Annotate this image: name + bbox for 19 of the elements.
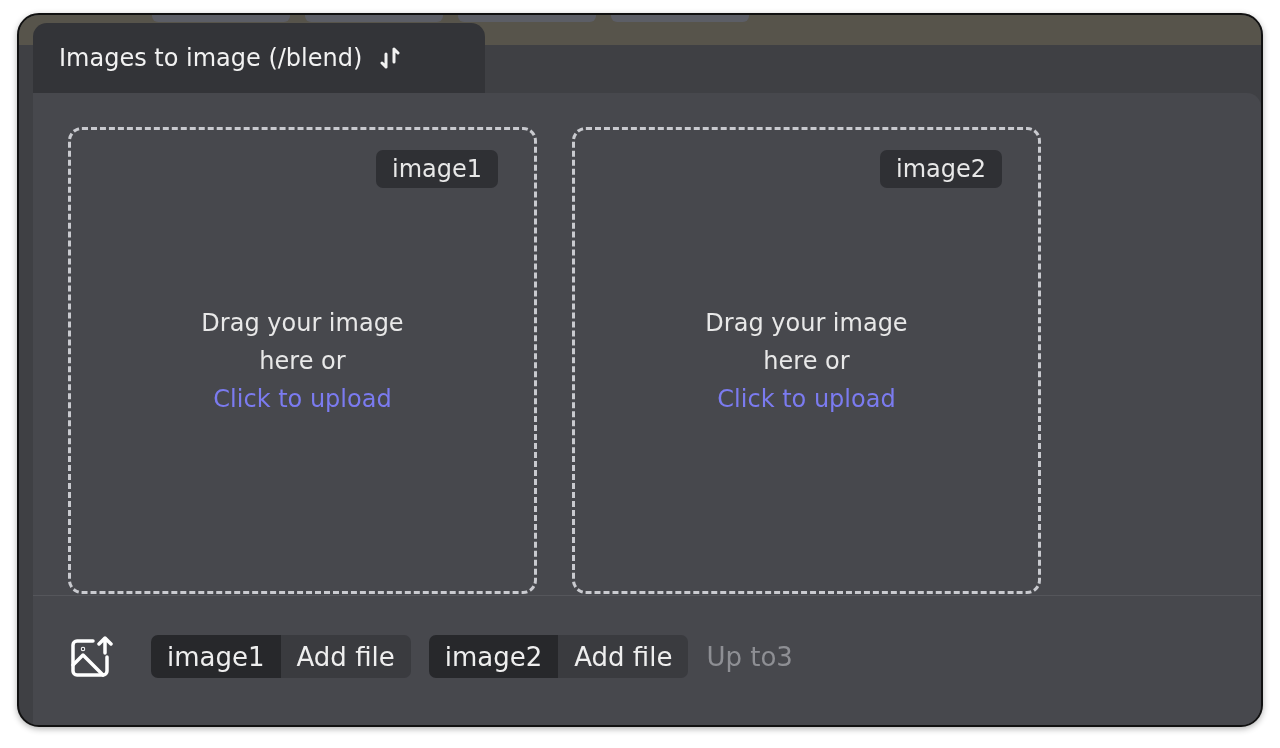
drop-zone[interactable]: image1 Drag your image here or Click to upload xyxy=(68,127,537,594)
sort-icon[interactable] xyxy=(380,46,401,70)
background-tab[interactable] xyxy=(458,15,596,22)
drop-prompt: Drag your image here or xyxy=(201,308,404,375)
drop-zone[interactable]: image2 Drag your image here or Click to upload xyxy=(572,127,1041,594)
tab-title: Images to image (/blend) xyxy=(59,44,363,72)
add-file-button[interactable]: Add file xyxy=(280,635,411,678)
background-tab[interactable] xyxy=(611,15,749,22)
file-label: image1 xyxy=(151,635,281,678)
drop-prompt: Drag your image here or xyxy=(705,308,908,375)
add-file-button[interactable]: Add file xyxy=(558,635,689,678)
tab[interactable]: Images to image (/blend) xyxy=(33,23,485,93)
file-label: image2 xyxy=(428,635,559,678)
image-upload-icon[interactable] xyxy=(69,634,113,679)
background-tab[interactable] xyxy=(152,15,290,22)
file-limit-text: Up to3 xyxy=(706,641,793,672)
background-tab[interactable] xyxy=(305,15,443,22)
image-label: image1 xyxy=(375,150,498,188)
image-label: image2 xyxy=(879,150,1002,188)
